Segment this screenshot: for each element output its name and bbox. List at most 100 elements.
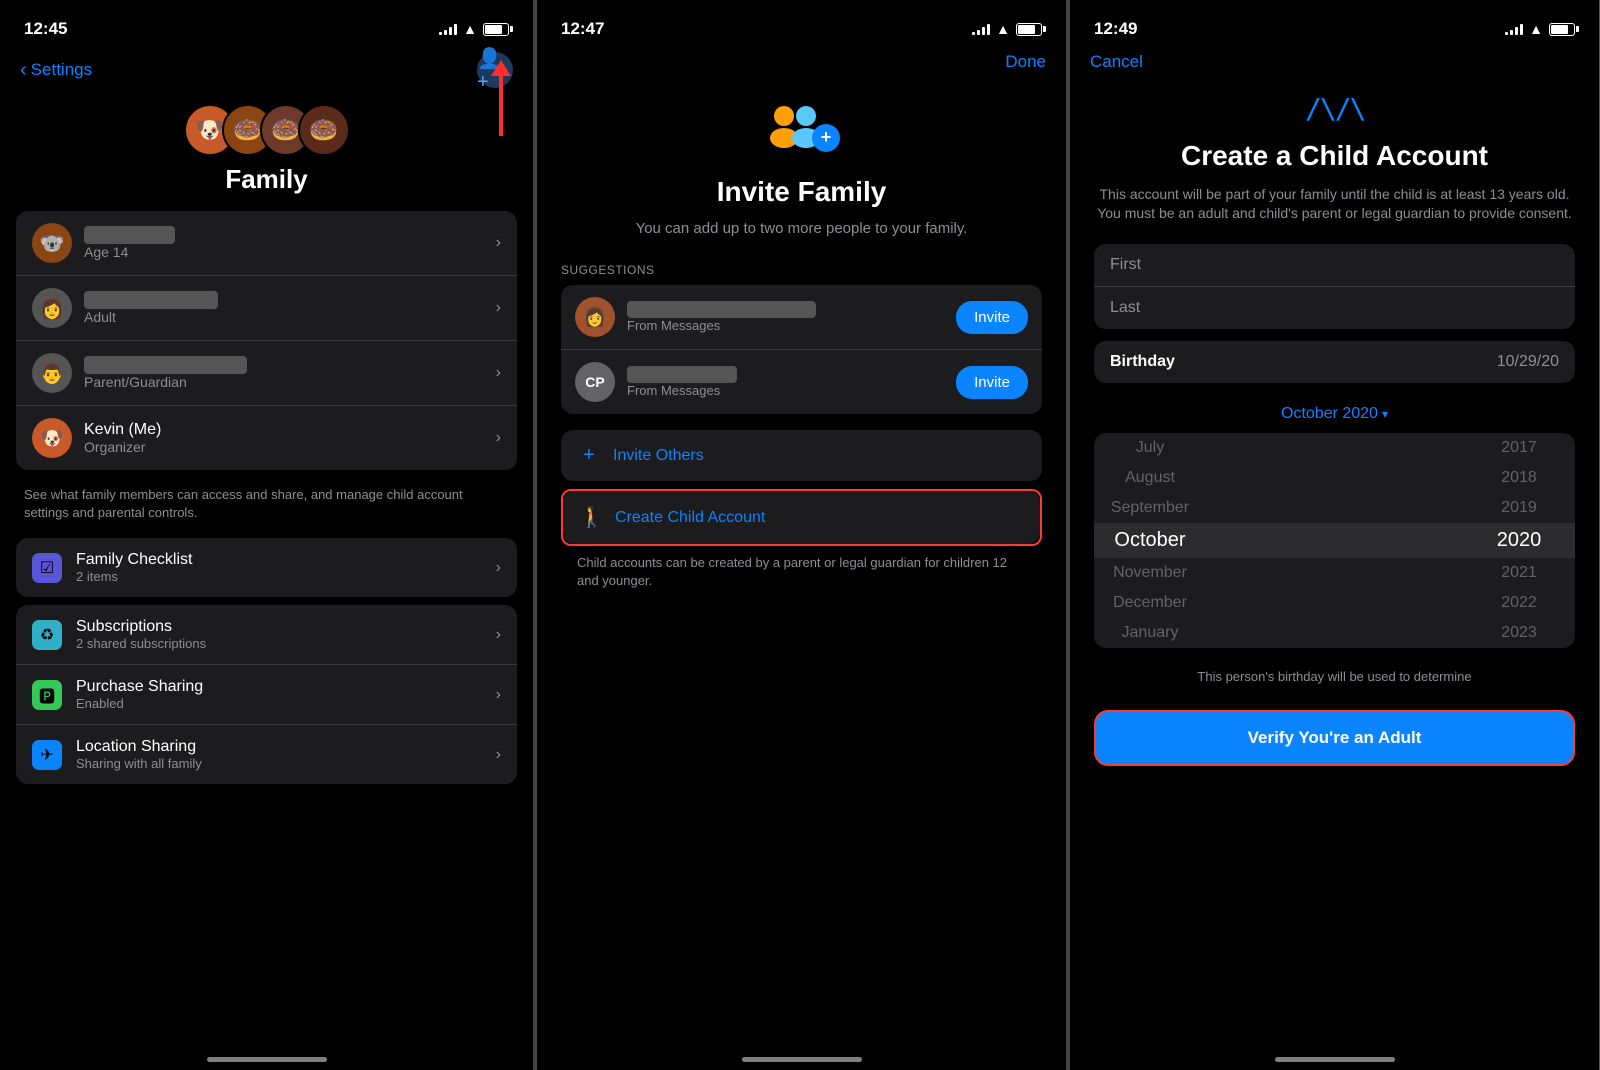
location-sharing-item[interactable]: ✈ Location Sharing Sharing with all fami… (16, 725, 517, 784)
battery-icon-3 (1549, 23, 1575, 36)
invite-others-item[interactable]: + Invite Others (561, 430, 1042, 481)
create-child-content: /\/\ Create a Child Account This account… (1070, 80, 1599, 1050)
status-icons-2: ▲ (972, 21, 1042, 37)
birthday-form-section: Birthday 10/29/20 (1094, 341, 1575, 383)
picker-row-september: September 2019 (1094, 493, 1575, 523)
screen-create-child: 12:49 ▲ Cancel /\/\ Create a Child Accou… (1066, 0, 1599, 1070)
signal-icon-2 (972, 23, 990, 35)
status-bar-3: 12:49 ▲ (1070, 0, 1599, 44)
suggestion-from-1: From Messages (627, 318, 956, 333)
picker-year-2019: 2019 (1479, 499, 1559, 517)
picker-year-2017: 2017 (1479, 439, 1559, 457)
suggestions-label: SUGGESTIONS (561, 263, 1042, 277)
home-indicator-3 (1275, 1057, 1395, 1062)
invite-button-1[interactable]: Invite (956, 301, 1028, 334)
screen3-nav: Cancel (1070, 44, 1599, 80)
svg-text:/\/\: /\/\ (1305, 92, 1365, 122)
wifi-icon-3: ▲ (1529, 21, 1543, 37)
date-picker-scroll[interactable]: July 2017 August 2018 September 2019 Oct… (1094, 433, 1575, 648)
member-role-3: Parent/Guardian (84, 374, 496, 390)
location-sharing-icon: ✈ (32, 740, 62, 770)
chevron-location: › (496, 746, 501, 764)
create-child-wrapper: 🚶 Create Child Account (561, 489, 1042, 546)
list-item[interactable]: 👩 ███ ████ ████ Adult › (16, 276, 517, 341)
time-3: 12:49 (1094, 19, 1137, 39)
back-button[interactable]: ‹ Settings (20, 59, 92, 82)
subscriptions-icon: ♻ (32, 620, 62, 650)
subscriptions-item[interactable]: ♻ Subscriptions 2 shared subscriptions › (16, 605, 517, 665)
invite-family-icon: + (561, 100, 1042, 160)
list-item[interactable]: 🐶 Kevin (Me) Organizer › (16, 406, 517, 470)
wifi-icon-2: ▲ (996, 21, 1010, 37)
member-info-3: ████████ ██████ Parent/Guardian (84, 356, 496, 390)
chevron-right-checklist: › (496, 559, 501, 577)
last-name-field[interactable]: Last (1094, 287, 1575, 329)
location-sharing-sub: Sharing with all family (76, 756, 496, 771)
member-name-1: ████████ (84, 226, 496, 244)
create-child-account-item[interactable]: 🚶 Create Child Account (563, 491, 1040, 544)
member-info-1: ████████ Age 14 (84, 226, 496, 260)
name-form-section: First Last (1094, 244, 1575, 329)
screen-invite-family: 12:47 ▲ Done (533, 0, 1066, 1070)
chevron-subscriptions: › (496, 626, 501, 644)
family-title: Family (225, 164, 307, 195)
suggestion-info-1: ███ ████████ ██████ From Messages (627, 301, 956, 333)
subscriptions-sub: 2 shared subscriptions (76, 636, 496, 651)
chevron-down-icon: ▾ (1382, 407, 1388, 421)
purchase-sharing-sub: Enabled (76, 696, 496, 711)
back-label: Settings (31, 60, 92, 80)
location-sharing-title: Location Sharing (76, 738, 496, 756)
chevron-left-icon: ‹ (20, 59, 27, 82)
member-name-4: Kevin (Me) (84, 421, 496, 439)
suggestion-item-1[interactable]: 👩 ███ ████████ ██████ From Messages Invi… (561, 285, 1042, 350)
picker-month-october: October (1110, 529, 1190, 552)
invite-button-2[interactable]: Invite (956, 366, 1028, 399)
screen2-nav: Done (537, 44, 1066, 80)
picker-year-2021: 2021 (1479, 564, 1559, 582)
first-name-field[interactable]: First (1094, 244, 1575, 287)
status-bar-1: 12:45 ▲ (0, 0, 533, 44)
purchase-sharing-item[interactable]: 🅿 Purchase Sharing Enabled › (16, 665, 517, 725)
apple-family-icon-svg: /\/\ (1305, 90, 1365, 122)
picker-row-october-selected: October 2020 (1094, 523, 1575, 558)
family-checklist-item[interactable]: ☑ Family Checklist 2 items › (16, 538, 517, 597)
family-description: See what family members can access and s… (0, 486, 533, 538)
suggestions-list: 👩 ███ ████████ ██████ From Messages Invi… (561, 285, 1042, 414)
status-icons-3: ▲ (1505, 21, 1575, 37)
picker-row-august: August 2018 (1094, 463, 1575, 493)
create-child-title: Create a Child Account (1094, 139, 1575, 173)
status-icons-1: ▲ (439, 21, 509, 37)
suggestion-item-2[interactable]: CP ████ ██████ From Messages Invite (561, 350, 1042, 414)
done-button[interactable]: Done (1005, 52, 1046, 72)
cancel-button[interactable]: Cancel (1090, 52, 1143, 72)
list-item[interactable]: 👨 ████████ ██████ Parent/Guardian › (16, 341, 517, 406)
suggestion-avatar-1: 👩 (575, 297, 615, 337)
month-year-selector[interactable]: October 2020 ▾ (1094, 395, 1575, 433)
picker-year-2020: 2020 (1479, 529, 1559, 552)
purchase-sharing-text: Purchase Sharing Enabled (76, 678, 496, 711)
member-avatar-4: 🐶 (32, 418, 72, 458)
location-sharing-text: Location Sharing Sharing with all family (76, 738, 496, 771)
avatar-4: 🍩 (298, 104, 350, 156)
birthday-row[interactable]: Birthday 10/29/20 (1094, 341, 1575, 383)
signal-icon-3 (1505, 23, 1523, 35)
picker-month-august: August (1110, 469, 1190, 487)
chevron-right-icon-2: › (496, 299, 501, 317)
purchase-sharing-icon: 🅿 (32, 680, 62, 710)
member-avatar-3: 👨 (32, 353, 72, 393)
actions-list: + Invite Others (561, 430, 1042, 481)
time-2: 12:47 (561, 19, 604, 39)
verify-adult-button[interactable]: Verify You're an Adult (1094, 710, 1575, 766)
member-role-2: Adult (84, 309, 496, 325)
family-checklist-section: ☑ Family Checklist 2 items › (16, 538, 517, 597)
picker-year-2018: 2018 (1479, 469, 1559, 487)
birthday-label: Birthday (1110, 353, 1175, 371)
chevron-right-icon-4: › (496, 429, 501, 447)
month-year-label: October 2020 (1281, 405, 1378, 423)
child-account-note: Child accounts can be created by a paren… (561, 546, 1042, 602)
purchase-sharing-title: Purchase Sharing (76, 678, 496, 696)
list-item[interactable]: 🐨 ████████ Age 14 › (16, 211, 517, 276)
picker-month-november: November (1110, 564, 1190, 582)
invite-family-title: Invite Family (561, 176, 1042, 208)
checklist-sub: 2 items (76, 569, 496, 584)
